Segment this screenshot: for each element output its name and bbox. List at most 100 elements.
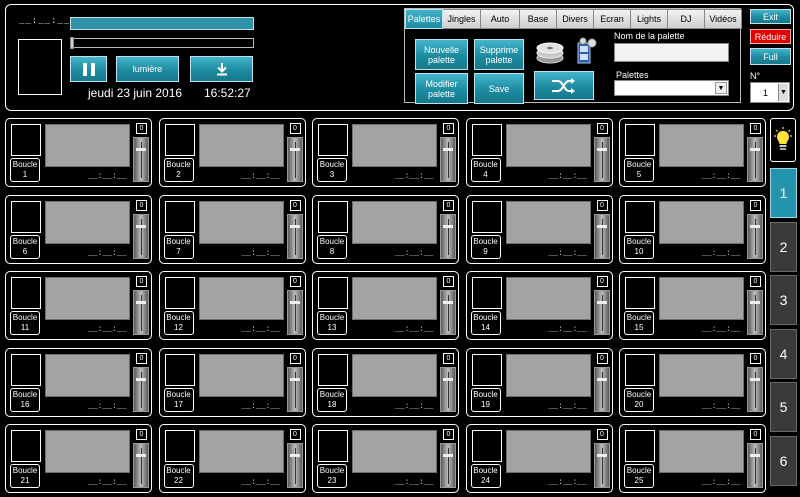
full-button[interactable]: Full xyxy=(750,48,791,65)
loop-screen[interactable] xyxy=(352,277,437,320)
loop-cell[interactable]: Boucle 9 0 __:__:__ xyxy=(465,194,613,264)
loop-volume-slider[interactable] xyxy=(133,137,149,182)
delete-palette-button[interactable]: Supprime palette xyxy=(474,39,524,70)
loop-cell[interactable]: Boucle 25 0 __:__:__ xyxy=(619,424,766,493)
shuffle-button[interactable] xyxy=(534,71,594,100)
loop-button[interactable]: Boucle 14 xyxy=(470,311,501,335)
loop-screen[interactable] xyxy=(659,124,744,167)
seek-slider[interactable] xyxy=(70,37,254,49)
loop-volume-slider[interactable] xyxy=(133,213,149,259)
loop-volume-slider[interactable] xyxy=(747,137,763,182)
loop-screen[interactable] xyxy=(45,124,130,167)
loop-button[interactable]: Boucle 17 xyxy=(163,387,194,412)
loop-screen[interactable] xyxy=(659,353,744,397)
loop-volume-slider[interactable] xyxy=(440,366,456,412)
loop-button[interactable]: Boucle 12 xyxy=(163,311,194,335)
loop-cell[interactable]: Boucle 3 0 __:__:__ xyxy=(312,118,459,187)
page-button-5[interactable]: 5 xyxy=(770,382,797,432)
page-button-4[interactable]: 4 xyxy=(770,328,797,379)
loop-button[interactable]: Boucle 24 xyxy=(470,464,501,488)
loop-screen[interactable] xyxy=(45,353,130,397)
loop-button[interactable]: Boucle 2 xyxy=(163,158,194,182)
loop-screen[interactable] xyxy=(198,277,284,320)
loop-button[interactable]: Boucle 15 xyxy=(624,311,654,335)
loop-cell[interactable]: Boucle 7 0 __:__:__ xyxy=(158,194,306,264)
loop-cell[interactable]: Boucle 11 0 __:__:__ xyxy=(5,271,152,340)
slider-handle[interactable] xyxy=(136,224,146,228)
slider-handle[interactable] xyxy=(289,454,300,457)
loop-screen[interactable] xyxy=(352,353,437,397)
tab-lights[interactable]: Lights xyxy=(631,9,668,29)
loop-cell[interactable]: Boucle 13 0 __:__:__ xyxy=(312,271,459,340)
loop-button[interactable]: Boucle 6 xyxy=(10,234,40,259)
loop-cell[interactable]: Boucle 1 0 __:__:__ xyxy=(5,118,152,187)
loop-button[interactable]: Boucle 9 xyxy=(470,234,501,259)
loop-volume-slider[interactable] xyxy=(286,443,303,488)
slider-handle[interactable] xyxy=(136,377,146,381)
palette-name-input[interactable] xyxy=(614,43,729,62)
loop-screen[interactable] xyxy=(659,277,744,320)
loop-button[interactable]: Boucle 25 xyxy=(624,464,654,488)
pause-button[interactable] xyxy=(70,56,107,82)
tab-dj[interactable]: DJ xyxy=(668,9,705,29)
loop-screen[interactable] xyxy=(45,200,130,244)
loop-volume-slider[interactable] xyxy=(593,213,610,259)
slider-handle[interactable] xyxy=(289,377,300,381)
loop-button[interactable]: Boucle 13 xyxy=(317,311,347,335)
page-button-3[interactable]: 3 xyxy=(770,275,797,325)
loop-cell[interactable]: Boucle 14 0 __:__:__ xyxy=(465,271,613,340)
slider-handle[interactable] xyxy=(750,454,760,457)
slider-handle[interactable] xyxy=(136,148,146,151)
loop-volume-slider[interactable] xyxy=(133,290,149,335)
slider-handle[interactable] xyxy=(289,224,300,228)
tab-jingles[interactable]: Jingles xyxy=(443,9,481,29)
loop-screen[interactable] xyxy=(659,430,744,473)
loop-screen[interactable] xyxy=(352,200,437,244)
loop-volume-slider[interactable] xyxy=(133,366,149,412)
tab-ecran[interactable]: Ecran xyxy=(594,9,631,29)
loop-cell[interactable]: Boucle 2 0 __:__:__ xyxy=(158,118,306,187)
loop-volume-slider[interactable] xyxy=(747,366,763,412)
loop-button[interactable]: Boucle 22 xyxy=(163,464,194,488)
slider-handle[interactable] xyxy=(443,377,453,381)
loop-volume-slider[interactable] xyxy=(440,443,456,488)
loop-screen[interactable] xyxy=(505,277,591,320)
loop-screen[interactable] xyxy=(45,277,130,320)
loop-volume-slider[interactable] xyxy=(593,443,610,488)
save-palette-button[interactable]: Save xyxy=(474,73,524,104)
loop-screen[interactable] xyxy=(505,353,591,397)
loop-button[interactable]: Boucle 10 xyxy=(624,234,654,259)
loop-volume-slider[interactable] xyxy=(593,290,610,335)
slider-handle[interactable] xyxy=(596,148,607,151)
slider-handle[interactable] xyxy=(289,148,300,151)
loop-button[interactable]: Boucle 1 xyxy=(10,158,40,182)
loop-cell[interactable]: Boucle 15 0 __:__:__ xyxy=(619,271,766,340)
loop-volume-slider[interactable] xyxy=(747,213,763,259)
loop-screen[interactable] xyxy=(659,200,744,244)
tab-divers[interactable]: Divers xyxy=(557,9,594,29)
reduire-button[interactable]: Réduire xyxy=(750,29,791,44)
tab-auto[interactable]: Auto xyxy=(481,9,520,29)
loop-screen[interactable] xyxy=(505,430,591,473)
loop-button[interactable]: Boucle 4 xyxy=(470,158,501,182)
seek-slider-handle[interactable] xyxy=(70,37,74,49)
loop-button[interactable]: Boucle 3 xyxy=(317,158,347,182)
loop-cell[interactable]: Boucle 8 0 __:__:__ xyxy=(312,194,459,264)
palettes-dropdown[interactable]: ▼ xyxy=(614,80,729,96)
chevron-down-icon[interactable]: ▼ xyxy=(715,82,727,94)
loop-volume-slider[interactable] xyxy=(440,137,456,182)
loop-button[interactable]: Boucle 8 xyxy=(317,234,347,259)
loop-button[interactable]: Boucle 18 xyxy=(317,387,347,412)
lumiere-button[interactable]: lumière xyxy=(116,56,179,82)
new-palette-button[interactable]: Nouvelle palette xyxy=(415,39,468,70)
slider-handle[interactable] xyxy=(136,301,146,304)
slider-handle[interactable] xyxy=(750,224,760,228)
loop-volume-slider[interactable] xyxy=(747,290,763,335)
download-button[interactable] xyxy=(190,56,253,82)
tab-palettes[interactable]: Palettes xyxy=(405,9,443,29)
loop-volume-slider[interactable] xyxy=(286,290,303,335)
disc-stack-icon[interactable] xyxy=(535,39,565,65)
loop-cell[interactable]: Boucle 18 0 __:__:__ xyxy=(312,347,459,417)
number-dropdown[interactable]: 1 ▼ xyxy=(750,82,790,103)
slider-handle[interactable] xyxy=(443,224,453,228)
